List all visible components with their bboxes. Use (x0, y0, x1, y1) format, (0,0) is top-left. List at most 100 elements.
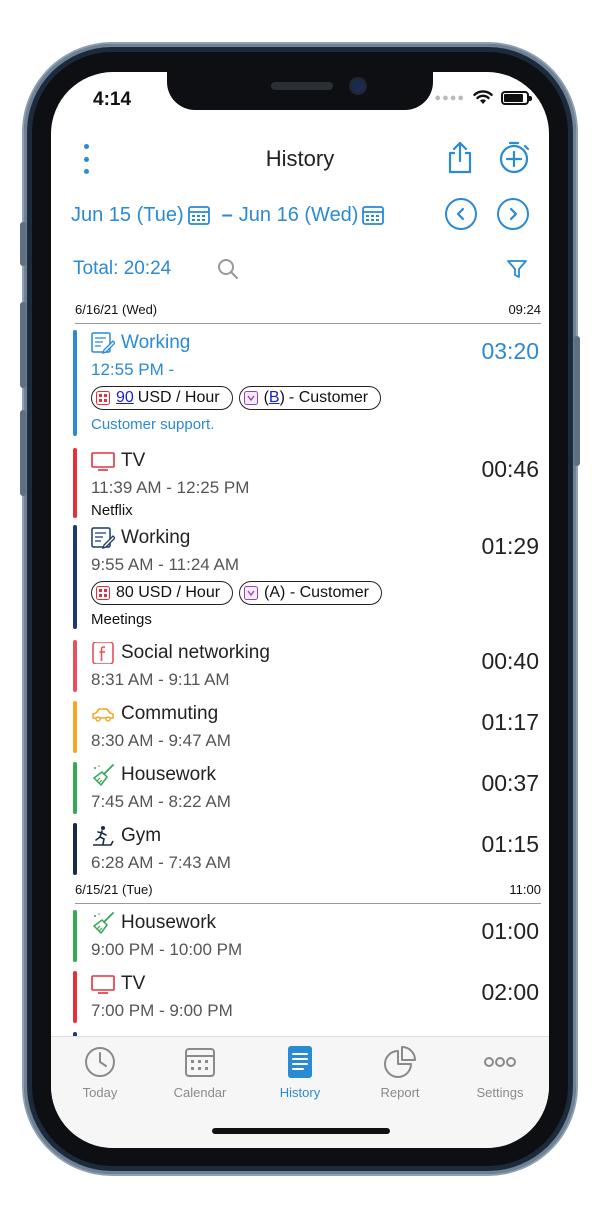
client-code-link[interactable]: B (269, 389, 280, 407)
treadmill-icon (93, 826, 114, 846)
tab-calendar[interactable]: Calendar (155, 1045, 245, 1100)
day-total: 09:24 (508, 302, 541, 317)
search-icon[interactable] (217, 258, 239, 280)
share-icon[interactable] (443, 140, 477, 174)
category-color-bar (73, 448, 77, 518)
entry-note: Netflix (91, 502, 133, 519)
volume-up-button (20, 302, 26, 388)
entry-duration: 01:29 (481, 533, 539, 559)
speaker (271, 82, 333, 90)
chevron-left-icon (456, 207, 465, 221)
history-entry[interactable]: Social networking 8:31 AM - 9:11 AM 00:4… (73, 640, 539, 692)
day-total: 11:00 (509, 882, 541, 897)
wifi-icon (473, 90, 493, 104)
entry-duration: 01:15 (481, 831, 539, 857)
tab-history[interactable]: History (255, 1045, 345, 1100)
home-indicator[interactable] (212, 1128, 390, 1134)
entry-duration: 00:40 (481, 648, 539, 674)
power-button (574, 336, 580, 466)
tab-label: History (279, 1085, 321, 1100)
broom-icon (93, 912, 114, 934)
tab-settings[interactable]: Settings (455, 1045, 545, 1100)
calendar-icon (185, 1048, 215, 1077)
day-date: 6/15/21 (Tue) (75, 882, 153, 897)
previous-range-button[interactable] (445, 198, 477, 230)
chevron-right-icon (509, 207, 518, 221)
rate-text: 80 USD / Hour (116, 584, 221, 601)
rate-tag[interactable]: 80 USD / Hour (91, 581, 234, 605)
start-calendar-icon[interactable] (187, 205, 210, 225)
tab-label: Settings (476, 1085, 524, 1100)
nav-bar: History (51, 134, 549, 184)
entry-name: Housework (121, 912, 217, 933)
history-entry[interactable]: Gym 6:28 AM - 7:43 AM 01:15 (73, 823, 539, 875)
category-color-bar (73, 330, 77, 436)
tab-label: Report (380, 1085, 420, 1100)
history-entry[interactable]: Working 9:55 AM - 11:24 AM 01:29 80 USD … (73, 525, 539, 629)
category-color-bar (73, 525, 77, 629)
tab-label: Calendar (173, 1085, 227, 1100)
client-icon (243, 391, 258, 405)
next-range-button[interactable] (497, 198, 529, 230)
entry-duration: 00:37 (481, 770, 539, 796)
front-camera (351, 79, 365, 93)
history-list[interactable]: 6/16/21 (Wed) 09:24 Working 12:55 PM - 0… (51, 300, 549, 1036)
app-screen: 4:14 ●●●● History Jun 15 (Tue) – Jun 16 … (51, 72, 549, 1148)
client-label: - Customer (288, 389, 369, 406)
date-separator: – (221, 203, 233, 226)
entry-time-range: 8:30 AM - 9:47 AM (91, 731, 231, 750)
rate-icon (96, 391, 110, 405)
notch (167, 72, 433, 110)
volume-down-button (20, 410, 26, 496)
car-icon (92, 708, 114, 722)
category-color-bar (73, 640, 77, 692)
status-time: 4:14 (93, 89, 132, 110)
history-entry[interactable]: TV 7:00 PM - 9:00 PM 02:00 (73, 971, 539, 1023)
rate-tag[interactable]: 90 USD / Hour (91, 386, 233, 410)
entry-time-range: 9:55 AM - 11:24 AM (91, 555, 240, 574)
entry-time-range: 8:31 AM - 9:11 AM (91, 670, 230, 689)
pie-chart-icon (384, 1046, 416, 1078)
history-icon (288, 1046, 312, 1078)
entry-name: TV (121, 973, 146, 994)
entry-time-range: 6:28 AM - 7:43 AM (91, 853, 231, 872)
filter-icon[interactable] (506, 258, 528, 280)
entry-note: Meetings (91, 611, 152, 628)
category-color-bar (73, 823, 77, 875)
mute-switch (20, 222, 26, 266)
history-entry[interactable]: Working 12:55 PM - 03:20 90 USD / Hour (… (73, 330, 539, 436)
more-icon (484, 1057, 516, 1067)
entry-name: Housework (121, 764, 217, 785)
category-color-bar (73, 701, 77, 753)
tv-icon (91, 452, 115, 471)
entry-name: TV (121, 450, 146, 471)
history-entry[interactable]: Housework 9:00 PM - 10:00 PM 01:00 (73, 910, 539, 962)
tab-report[interactable]: Report (355, 1045, 445, 1100)
entry-duration: 03:20 (481, 338, 539, 364)
entry-time-range: 12:55 PM - (91, 360, 175, 379)
history-entry[interactable]: TV 11:39 AM - 12:25 PM 00:46 Netflix (73, 448, 539, 519)
category-color-bar (73, 762, 77, 814)
date-range-row: Jun 15 (Tue) – Jun 16 (Wed) (71, 198, 531, 232)
broom-icon (93, 764, 114, 786)
client-icon (244, 586, 259, 600)
day-header: 6/15/21 (Tue) 11:00 (75, 882, 541, 904)
rate-value-link[interactable]: 90 (116, 389, 134, 407)
end-calendar-icon[interactable] (362, 205, 385, 225)
end-date[interactable]: Jun 16 (Wed) (239, 204, 359, 227)
client-tag[interactable]: (B) - Customer (238, 386, 382, 410)
client-text: (A) - Customer (264, 584, 369, 601)
battery-icon (501, 90, 532, 105)
entry-time-range: 11:39 AM - 12:25 PM (91, 478, 250, 497)
start-date[interactable]: Jun 15 (Tue) (71, 204, 184, 227)
add-timer-icon[interactable] (497, 140, 531, 174)
signal-icon: ●●●● (434, 91, 465, 104)
history-entry[interactable]: Commuting 8:30 AM - 9:47 AM 01:17 (73, 701, 539, 753)
entry-duration: 01:17 (481, 709, 539, 735)
history-entry[interactable]: Housework 7:45 AM - 8:22 AM 00:37 (73, 762, 539, 814)
tab-today[interactable]: Today (55, 1045, 145, 1100)
category-color-bar (73, 910, 77, 962)
status-indicators: ●●●● (434, 90, 532, 105)
client-tag[interactable]: (A) - Customer (239, 581, 382, 605)
entry-name: Social networking (121, 642, 270, 663)
